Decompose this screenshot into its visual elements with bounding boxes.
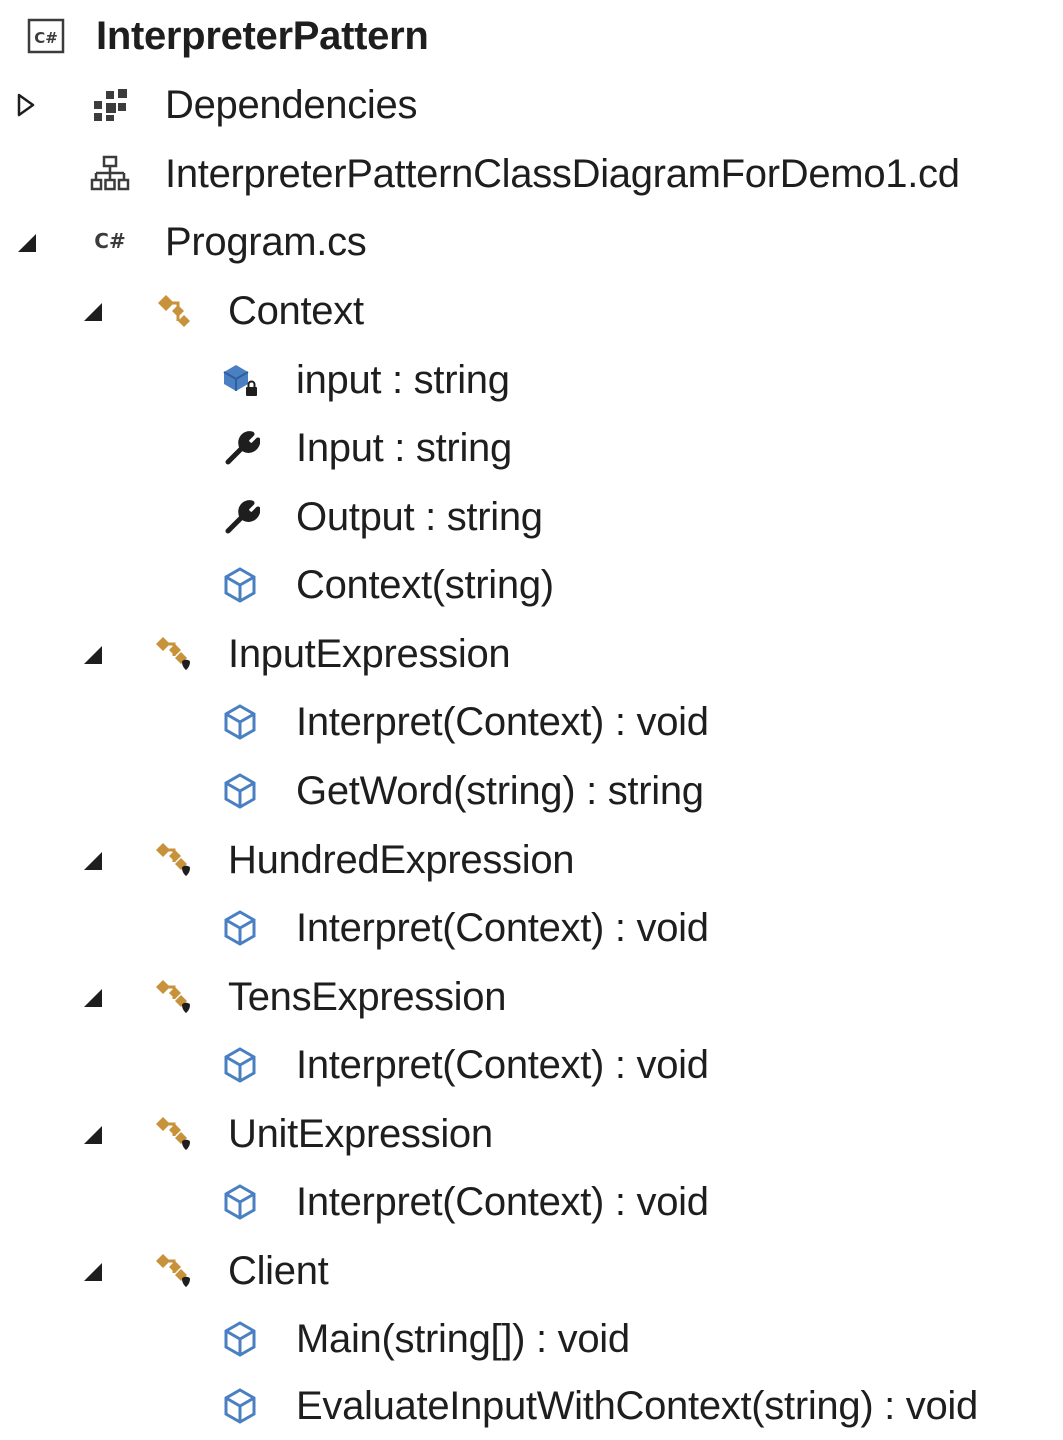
- class-icon: [154, 977, 194, 1017]
- member-label: GetWord(string) : string: [296, 769, 704, 813]
- class-icon: [154, 840, 194, 880]
- method-icon: [220, 702, 260, 742]
- method-icon: [220, 771, 260, 811]
- class-name: Client: [228, 1249, 329, 1293]
- tree-item-class-diagram[interactable]: InterpreterPatternClassDiagramForDemo1.c…: [0, 140, 1063, 208]
- tree-item-member[interactable]: Interpret(Context) : void: [0, 1031, 1063, 1099]
- collapse-arrow-icon[interactable]: [14, 230, 38, 254]
- member-label: input : string: [296, 358, 510, 402]
- collapse-arrow-icon[interactable]: [80, 1259, 104, 1283]
- member-label: Context(string): [296, 563, 554, 607]
- tree-item-label: InterpreterPatternClassDiagramForDemo1.c…: [165, 152, 960, 196]
- property-icon: [220, 497, 260, 537]
- method-icon: [220, 1182, 260, 1222]
- tree-item-member[interactable]: GetWord(string) : string: [0, 757, 1063, 825]
- tree-item-class-hundredexpression[interactable]: HundredExpression: [0, 826, 1063, 894]
- class-icon: [154, 1251, 194, 1291]
- tree-item-class-client[interactable]: Client: [0, 1237, 1063, 1305]
- private-field-icon: [220, 360, 260, 400]
- tree-item-member[interactable]: Output : string: [0, 483, 1063, 551]
- class-name: TensExpression: [228, 975, 507, 1019]
- method-icon: [220, 565, 260, 605]
- collapse-arrow-icon[interactable]: [80, 848, 104, 872]
- method-icon: [220, 908, 260, 948]
- member-label: Interpret(Context) : void: [296, 1043, 709, 1087]
- member-label: Interpret(Context) : void: [296, 700, 709, 744]
- expand-arrow-icon[interactable]: [14, 93, 38, 117]
- tree-item-label: Program.cs: [165, 220, 367, 264]
- member-label: Input : string: [296, 426, 512, 470]
- class-name: InputExpression: [228, 632, 511, 676]
- class-icon: [154, 291, 194, 331]
- csharp-file-icon: [90, 222, 130, 262]
- tree-item-program-cs[interactable]: Program.cs: [0, 208, 1063, 276]
- project-node[interactable]: InterpreterPattern: [0, 2, 1063, 70]
- tree-item-label: Dependencies: [165, 83, 418, 127]
- project-name: InterpreterPattern: [96, 14, 429, 58]
- member-label: Interpret(Context) : void: [296, 1180, 709, 1224]
- member-label: Main(string[]) : void: [296, 1317, 630, 1361]
- tree-item-member[interactable]: input : string: [0, 346, 1063, 414]
- tree-item-dependencies[interactable]: Dependencies: [0, 71, 1063, 139]
- tree-item-class-inputexpression[interactable]: InputExpression: [0, 620, 1063, 688]
- solution-explorer-tree: InterpreterPattern Dependencies Interpre…: [0, 0, 1063, 1440]
- method-icon: [220, 1386, 260, 1426]
- collapse-arrow-icon[interactable]: [80, 985, 104, 1009]
- tree-item-member[interactable]: Interpret(Context) : void: [0, 1168, 1063, 1236]
- class-icon: [154, 1114, 194, 1154]
- class-name: HundredExpression: [228, 838, 575, 882]
- collapse-arrow-icon[interactable]: [80, 1122, 104, 1146]
- class-diagram-icon: [90, 154, 130, 194]
- method-icon: [220, 1319, 260, 1359]
- class-name: UnitExpression: [228, 1112, 493, 1156]
- dependencies-icon: [90, 85, 130, 125]
- method-icon: [220, 1045, 260, 1085]
- tree-item-member[interactable]: Input : string: [0, 414, 1063, 482]
- collapse-arrow-icon[interactable]: [80, 642, 104, 666]
- tree-item-class-tensexpression[interactable]: TensExpression: [0, 963, 1063, 1031]
- class-name: Context: [228, 289, 364, 333]
- member-label: EvaluateInputWithContext(string) : void: [296, 1384, 978, 1428]
- member-label: Interpret(Context) : void: [296, 906, 709, 950]
- class-icon: [154, 634, 194, 674]
- tree-item-member[interactable]: Context(string): [0, 551, 1063, 619]
- tree-item-class-context[interactable]: Context: [0, 277, 1063, 345]
- collapse-arrow-icon[interactable]: [80, 299, 104, 323]
- tree-item-member[interactable]: Interpret(Context) : void: [0, 688, 1063, 756]
- property-icon: [220, 428, 260, 468]
- tree-item-member[interactable]: Main(string[]) : void: [0, 1305, 1063, 1373]
- tree-item-member[interactable]: EvaluateInputWithContext(string) : void: [0, 1372, 1063, 1440]
- tree-item-member[interactable]: Interpret(Context) : void: [0, 894, 1063, 962]
- tree-item-class-unitexpression[interactable]: UnitExpression: [0, 1100, 1063, 1168]
- member-label: Output : string: [296, 495, 543, 539]
- csharp-project-icon: [26, 16, 66, 56]
